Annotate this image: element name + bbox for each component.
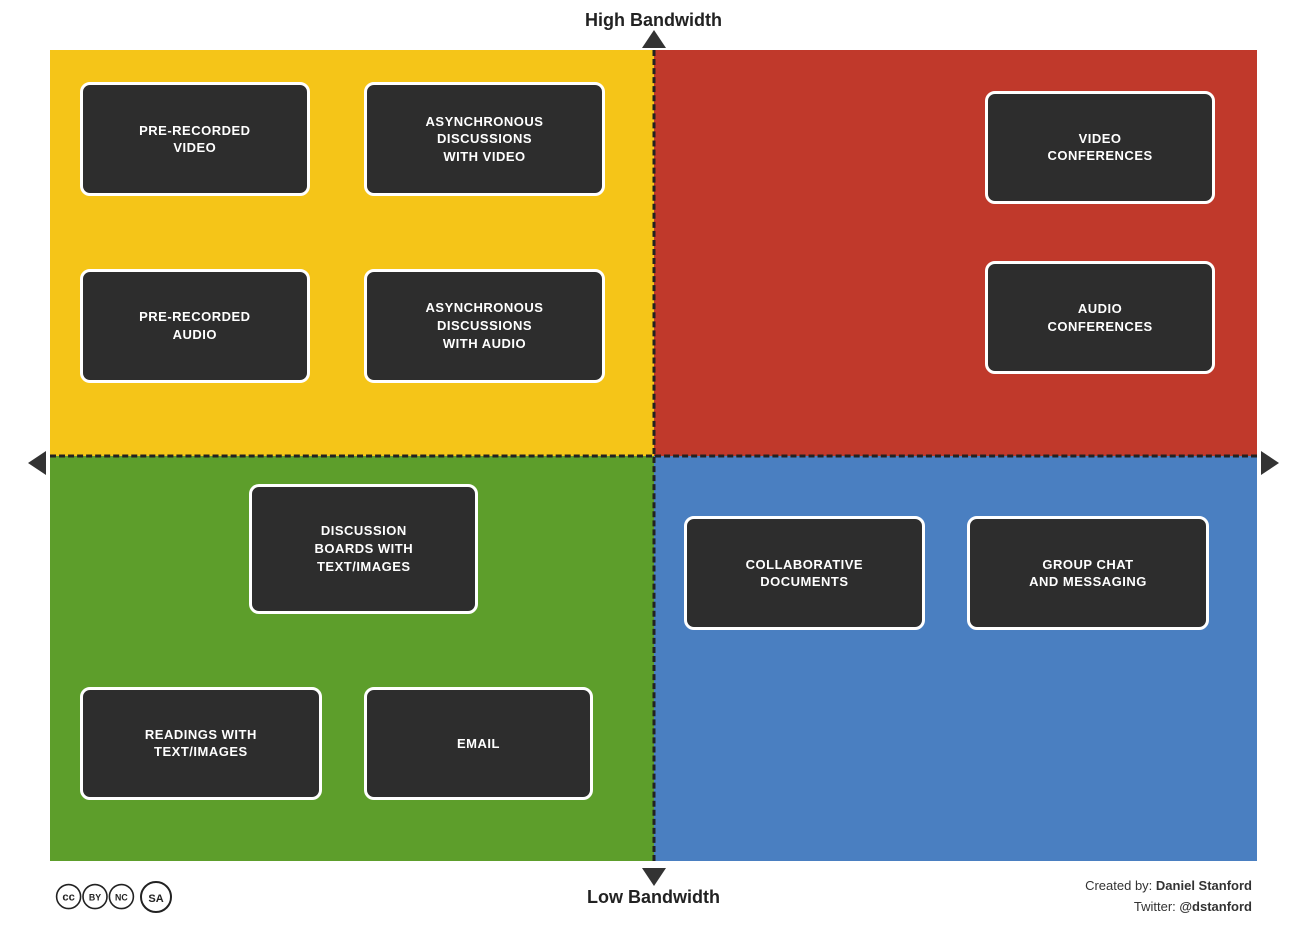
svg-text:cc: cc [62,892,74,904]
arrow-up-icon [642,30,666,48]
svg-text:SA: SA [148,893,163,905]
cc-icon: cc BY NC [55,882,135,912]
axis-top-label: High Bandwidth [585,10,722,31]
quadrant-green: DISCUSSIONBOARDS WITHTEXT/IMAGES READING… [50,456,654,862]
card-collaborative-documents: COLLABORATIVEDOCUMENTS [684,516,925,630]
vertical-divider [652,50,655,861]
quadrant-blue: COLLABORATIVEDOCUMENTS GROUP CHATAND MES… [654,456,1258,862]
quadrant-yellow: PRE-RECORDEDVIDEO ASYNCHRONOUSDISCUSSION… [50,50,654,456]
arrow-left-icon [28,451,46,475]
quadrant-red: VIDEOCONFERENCES AUDIOCONFERENCES [654,50,1258,456]
card-pre-recorded-video: PRE-RECORDEDVIDEO [80,82,309,196]
credit-name: Daniel Stanford [1156,878,1252,893]
footer: cc BY NC SA Created by: Daniel Stanford … [55,876,1252,918]
card-pre-recorded-audio: PRE-RECORDEDAUDIO [80,269,309,383]
card-discussion-boards: DISCUSSIONBOARDS WITHTEXT/IMAGES [249,484,478,614]
cc-license: cc BY NC SA [55,880,174,915]
arrow-right-icon [1261,451,1279,475]
diagram-wrapper: High Bandwidth Low Bandwidth Low Immedia… [0,0,1307,926]
card-readings: READINGS WITHTEXT/IMAGES [80,687,321,801]
chart-area: PRE-RECORDEDVIDEO ASYNCHRONOUSDISCUSSION… [50,50,1257,861]
cc-sa-icon: SA [139,880,174,915]
card-group-chat: GROUP CHATAND MESSAGING [967,516,1208,630]
twitter-label: Twitter: [1134,899,1180,914]
card-audio-conferences: AUDIOCONFERENCES [985,261,1214,375]
card-email: EMAIL [364,687,593,801]
twitter-handle: @dstanford [1179,899,1252,914]
svg-text:BY: BY [89,893,101,903]
card-video-conferences: VIDEOCONFERENCES [985,91,1214,205]
card-async-discussions-audio: ASYNCHRONOUSDISCUSSIONSWITH AUDIO [364,269,605,383]
svg-text:NC: NC [115,893,128,903]
credit-text: Created by: Daniel Stanford Twitter: @ds… [1085,876,1252,918]
card-async-discussions-video: ASYNCHRONOUSDISCUSSIONSWITH VIDEO [364,82,605,196]
credit-label: Created by: [1085,878,1156,893]
